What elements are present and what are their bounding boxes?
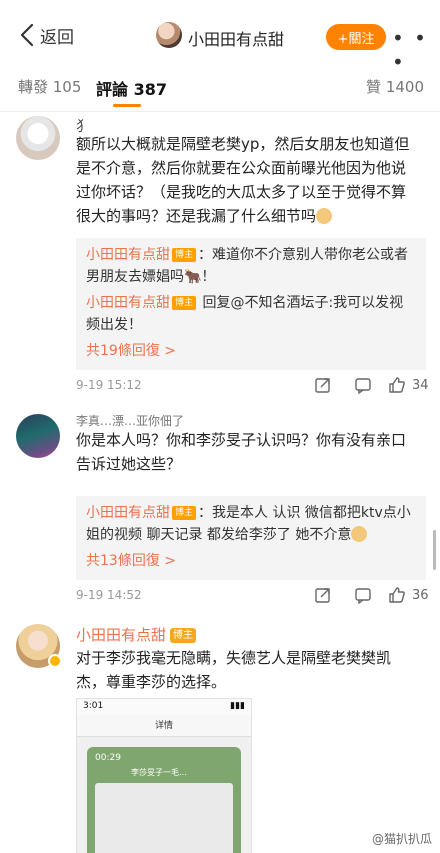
tab-bar: 轉發 105 評論 387 贊 1400 <box>0 70 440 112</box>
reply-box: 小田田有点甜 博主 ：难道你不介意别人带你老公或者男朋友去嫖娼吗🐂！ 小田田有点甜博… <box>76 238 426 370</box>
comment-author[interactable]: 李真…漂…亚你佃了 <box>76 412 184 429</box>
owner-tag: 博主 <box>172 248 197 262</box>
reply: 小田田有点甜 博主 ：我是本人 认识 微信都把ktv点小姐的视频 聊天记录 都发给李… <box>86 505 411 543</box>
timestamp: 9-19 15:12 <box>76 378 142 392</box>
reply: 小田田有点甜 博主 回复@不知名酒坛子:我可以发视频出发！ <box>86 295 404 333</box>
reply-box: 小田田有点甜 博主 ：我是本人 认识 微信都把ktv点小姐的视频 聊天记录 都发给李… <box>76 496 426 580</box>
share-icon[interactable] <box>314 586 332 604</box>
comment-text: 额所以大概就是隔壁老樊yp，然后女朋友也知道但是不介意，然后你就要在公众面前曝光… <box>76 135 410 225</box>
chevron-left-icon <box>20 23 34 47</box>
like-count: 34 <box>412 378 429 393</box>
page-title: 小田田有点甜 <box>188 30 285 49</box>
attached-image[interactable]: 3:01 ▮▮▮ 详情 00:29 李莎旻子一毛… <box>76 698 252 853</box>
follow-button[interactable]: +關注 <box>326 24 386 50</box>
top-bar: 返回 小田田有点甜 +關注 • • • <box>0 0 440 74</box>
tab-reposts[interactable]: 轉發 105 <box>18 76 81 97</box>
avatar[interactable] <box>16 116 60 160</box>
battery-icon: ▮▮▮ <box>230 701 245 711</box>
avatar[interactable] <box>16 414 60 458</box>
embedded-chat-screenshot: 00:29 李莎旻子一毛… <box>87 747 241 853</box>
avatar[interactable] <box>156 22 182 48</box>
like-count: 36 <box>412 588 429 603</box>
comment-icon[interactable] <box>354 586 372 604</box>
back-button[interactable]: 返回 <box>18 22 74 48</box>
comment-meta: 9-19 14:52 36 <box>76 586 429 608</box>
share-icon[interactable] <box>314 376 332 394</box>
like-icon[interactable] <box>388 376 406 394</box>
comment-author: 小田田有点甜 博主 <box>76 624 197 645</box>
more-replies-link[interactable]: 共19條回復 > <box>86 340 416 362</box>
comment-meta: 9-19 15:12 34 <box>76 376 429 398</box>
back-label: 返回 <box>40 27 74 48</box>
like-icon[interactable] <box>388 586 406 604</box>
author-name[interactable]: 小田田有点甜 <box>76 626 166 644</box>
comment-text: 你是本人吗？你和李莎旻子认识吗？你有没有亲口告诉过她这些？ <box>76 431 407 473</box>
tab-likes[interactable]: 贊 1400 <box>366 76 424 97</box>
owner-tag: 博主 <box>172 506 197 520</box>
image-page-title: 详情 <box>77 715 251 737</box>
reply-author[interactable]: 小田田有点甜 <box>86 505 170 521</box>
owner-tag: 博主 <box>170 628 197 643</box>
scrollbar[interactable] <box>433 530 436 570</box>
tab-comments[interactable]: 評論 387 <box>96 76 167 100</box>
reply: 小田田有点甜 博主 ：难道你不介意别人带你老公或者男朋友去嫖娼吗🐂！ <box>86 247 409 285</box>
face-emoji-icon <box>351 526 368 542</box>
active-tab-indicator <box>113 104 141 107</box>
face-emoji-icon <box>316 208 333 224</box>
reply-author[interactable]: 小田田有点甜 <box>86 295 170 311</box>
comment-icon[interactable] <box>354 376 372 394</box>
timestamp: 9-19 14:52 <box>76 588 142 602</box>
chat-panel <box>95 783 233 853</box>
more-replies-link[interactable]: 共13條回復 > <box>86 550 416 572</box>
owner-tag: 博主 <box>172 296 197 310</box>
reply-author[interactable]: 小田田有点甜 <box>86 247 170 263</box>
status-bar: 3:01 ▮▮▮ <box>77 699 251 715</box>
watermark: @猫扒扒瓜 <box>371 832 432 846</box>
more-options-icon[interactable]: • • • <box>392 26 440 74</box>
comment-text: 对于李莎我毫无隐瞒，失德艺人是隔壁老樊樊凯杰，尊重李莎的选择。 <box>76 649 392 691</box>
verified-badge-icon <box>48 654 62 668</box>
